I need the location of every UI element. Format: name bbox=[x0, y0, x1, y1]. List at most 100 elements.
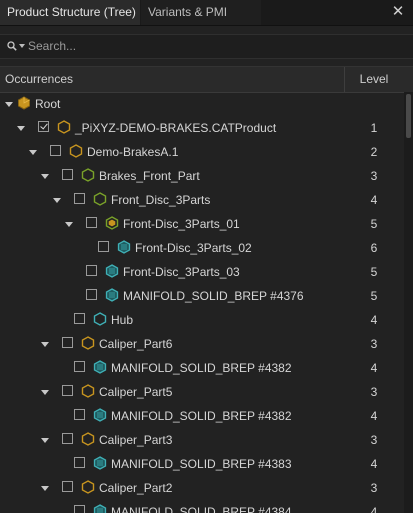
tree-row[interactable]: Hub 4 bbox=[0, 308, 404, 332]
tree-row[interactable]: _PiXYZ-DEMO-BRAKES.CATProduct 1 bbox=[0, 116, 404, 140]
tree-item-level: 3 bbox=[370, 433, 378, 447]
tree-item-label[interactable]: Caliper_Part5 bbox=[99, 380, 172, 404]
expand-arrow-icon[interactable] bbox=[5, 102, 13, 107]
tree-item-level: 3 bbox=[370, 337, 378, 351]
tab-variants-pmi[interactable]: Variants & PMI bbox=[141, 0, 261, 25]
chevron-down-icon[interactable] bbox=[19, 44, 25, 48]
visibility-checkbox[interactable] bbox=[98, 241, 109, 252]
mesh-icon bbox=[93, 360, 107, 374]
tree-item-label[interactable]: Caliper_Part2 bbox=[99, 476, 172, 500]
tree-item-label[interactable]: Front-Disc_3Parts_01 bbox=[123, 212, 240, 236]
tree-item-level: 4 bbox=[370, 361, 378, 375]
visibility-checkbox[interactable] bbox=[86, 265, 97, 276]
visibility-checkbox[interactable] bbox=[62, 169, 73, 180]
assembly-icon bbox=[17, 96, 31, 110]
expand-arrow-icon[interactable] bbox=[41, 174, 49, 179]
part-filled-icon bbox=[105, 216, 119, 230]
expand-arrow-icon[interactable] bbox=[41, 438, 49, 443]
tree-row[interactable]: Caliper_Part2 3 bbox=[0, 476, 404, 500]
tree-row[interactable]: MANIFOLD_SOLID_BREP #4384 4 bbox=[0, 500, 404, 513]
tree-item-label[interactable]: _PiXYZ-DEMO-BRAKES.CATProduct bbox=[75, 116, 276, 140]
visibility-checkbox[interactable] bbox=[74, 505, 85, 513]
expand-arrow-icon[interactable] bbox=[41, 390, 49, 395]
scrollbar[interactable] bbox=[404, 92, 413, 513]
part-icon bbox=[93, 192, 107, 206]
expand-arrow-icon[interactable] bbox=[29, 150, 37, 155]
tree-row[interactable]: Caliper_Part3 3 bbox=[0, 428, 404, 452]
search-icon[interactable] bbox=[7, 41, 17, 51]
tree-item-label[interactable]: Caliper_Part6 bbox=[99, 332, 172, 356]
tree-item-level: 1 bbox=[370, 121, 378, 135]
visibility-checkbox[interactable] bbox=[86, 217, 97, 228]
visibility-checkbox[interactable] bbox=[62, 385, 73, 396]
visibility-checkbox[interactable] bbox=[74, 409, 85, 420]
column-header-level[interactable]: Level bbox=[344, 67, 404, 92]
tree-row[interactable]: MANIFOLD_SOLID_BREP #4382 4 bbox=[0, 356, 404, 380]
tree-row[interactable]: Caliper_Part5 3 bbox=[0, 380, 404, 404]
tree-item-label[interactable]: Hub bbox=[111, 308, 133, 332]
visibility-checkbox[interactable] bbox=[74, 361, 85, 372]
mesh-outline-icon bbox=[93, 312, 107, 326]
visibility-checkbox[interactable] bbox=[62, 481, 73, 492]
tree-row[interactable]: MANIFOLD_SOLID_BREP #4376 5 bbox=[0, 284, 404, 308]
visibility-checkbox[interactable] bbox=[74, 457, 85, 468]
tree-item-level: 5 bbox=[370, 265, 378, 279]
visibility-checkbox[interactable] bbox=[62, 433, 73, 444]
tree-item-level: 4 bbox=[370, 505, 378, 513]
expand-arrow-icon[interactable] bbox=[65, 222, 73, 227]
column-header-occurrences[interactable]: Occurrences bbox=[5, 67, 73, 92]
tree-item-label[interactable]: Caliper_Part3 bbox=[99, 428, 172, 452]
tree-item-label[interactable]: Root bbox=[35, 92, 60, 116]
tree-row[interactable]: Front-Disc_3Parts_02 6 bbox=[0, 236, 404, 260]
tree-item-label[interactable]: MANIFOLD_SOLID_BREP #4384 bbox=[111, 500, 292, 513]
tree-row[interactable]: Caliper_Part6 3 bbox=[0, 332, 404, 356]
tree-row[interactable]: MANIFOLD_SOLID_BREP #4382 4 bbox=[0, 404, 404, 428]
tree-item-level: 4 bbox=[370, 313, 378, 327]
mesh-icon bbox=[93, 456, 107, 470]
product-tree: Root _PiXYZ-DEMO-BRAKES.CATProduct 1 Demo-B… bbox=[0, 92, 404, 513]
tree-item-level: 5 bbox=[370, 217, 378, 231]
expand-arrow-icon[interactable] bbox=[41, 486, 49, 491]
tree-row[interactable]: Front-Disc_3Parts_03 5 bbox=[0, 260, 404, 284]
tree-item-level: 4 bbox=[370, 457, 378, 471]
tree-item-level: 6 bbox=[370, 241, 378, 255]
assembly-outline-icon bbox=[81, 336, 95, 350]
search-bar bbox=[0, 34, 413, 59]
assembly-outline-icon bbox=[81, 480, 95, 494]
visibility-checkbox[interactable] bbox=[86, 289, 97, 300]
tab-product-structure[interactable]: Product Structure (Tree) bbox=[0, 0, 140, 25]
tree-item-label[interactable]: MANIFOLD_SOLID_BREP #4376 bbox=[123, 284, 304, 308]
expand-arrow-icon[interactable] bbox=[53, 198, 61, 203]
tree-item-label[interactable]: MANIFOLD_SOLID_BREP #4382 bbox=[111, 404, 292, 428]
tree-header: Occurrences Level bbox=[0, 66, 413, 93]
expand-arrow-icon[interactable] bbox=[17, 126, 25, 131]
tree-item-level: 4 bbox=[370, 193, 378, 207]
tree-item-label[interactable]: Front-Disc_3Parts_03 bbox=[123, 260, 240, 284]
tree-row[interactable]: MANIFOLD_SOLID_BREP #4383 4 bbox=[0, 452, 404, 476]
visibility-checkbox[interactable] bbox=[62, 337, 73, 348]
mesh-icon bbox=[93, 504, 107, 513]
visibility-checkbox[interactable] bbox=[50, 145, 61, 156]
tree-item-label[interactable]: Demo-BrakesA.1 bbox=[87, 140, 178, 164]
tree-row[interactable]: Front_Disc_3Parts 4 bbox=[0, 188, 404, 212]
expand-arrow-icon[interactable] bbox=[41, 342, 49, 347]
tree-row[interactable]: Demo-BrakesA.1 2 bbox=[0, 140, 404, 164]
close-icon[interactable]: ✕ bbox=[389, 3, 407, 21]
tree-row[interactable]: Brakes_Front_Part 3 bbox=[0, 164, 404, 188]
tree-item-label[interactable]: MANIFOLD_SOLID_BREP #4382 bbox=[111, 356, 292, 380]
tree-item-level: 3 bbox=[370, 169, 378, 183]
tree-item-label[interactable]: Brakes_Front_Part bbox=[99, 164, 200, 188]
mesh-icon bbox=[117, 240, 131, 254]
mesh-icon bbox=[93, 408, 107, 422]
scrollbar-thumb[interactable] bbox=[406, 94, 411, 138]
tree-row[interactable]: Root bbox=[0, 92, 404, 116]
tree-item-label[interactable]: Front-Disc_3Parts_02 bbox=[135, 236, 252, 260]
visibility-checkbox[interactable] bbox=[74, 313, 85, 324]
tree-item-label[interactable]: Front_Disc_3Parts bbox=[111, 188, 210, 212]
visibility-checkbox[interactable] bbox=[74, 193, 85, 204]
tree-row[interactable]: Front-Disc_3Parts_01 5 bbox=[0, 212, 404, 236]
visibility-checkbox[interactable] bbox=[38, 121, 49, 132]
mesh-icon bbox=[105, 288, 119, 302]
tree-item-label[interactable]: MANIFOLD_SOLID_BREP #4383 bbox=[111, 452, 292, 476]
search-input[interactable] bbox=[28, 37, 398, 55]
